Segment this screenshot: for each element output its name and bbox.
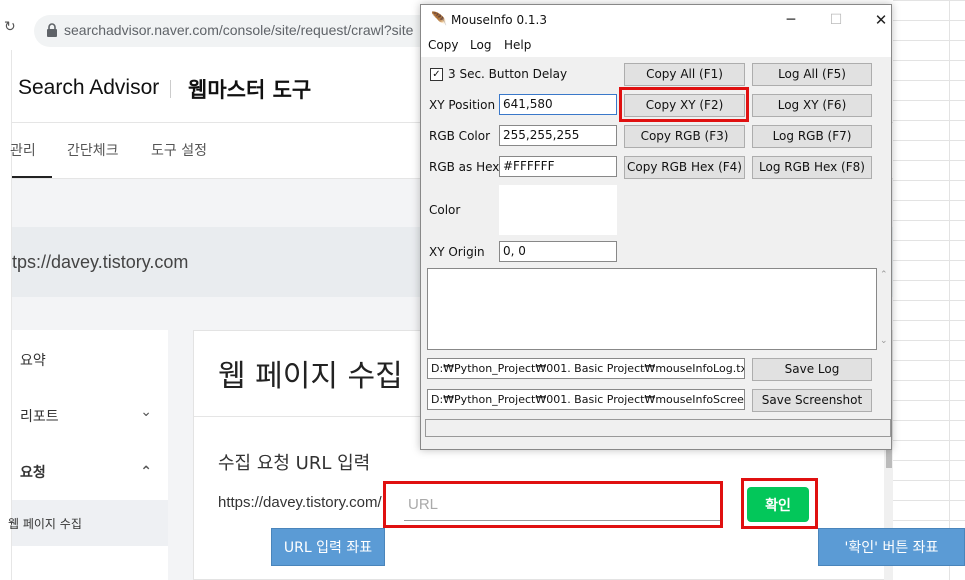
copy-rgb-hex-button[interactable]: Copy RGB Hex (F4) <box>624 156 745 179</box>
rgb-hex-label: RGB as Hex <box>429 160 500 174</box>
request-url-label: 수집 요청 URL 입력 <box>218 453 371 474</box>
color-swatch <box>499 185 617 235</box>
log-scrollbar[interactable]: ⌃ ⌄ <box>877 268 891 350</box>
url-text[interactable]: searchadvisor.naver.com/console/site/req… <box>64 22 413 38</box>
copy-rgb-button[interactable]: Copy RGB (F3) <box>624 125 745 148</box>
log-rgb-button[interactable]: Log RGB (F7) <box>752 125 872 148</box>
sidebar-item-label: 요약 <box>20 353 46 369</box>
tab-manage[interactable]: 관리 <box>10 140 36 160</box>
maximize-icon[interactable]: ☐ <box>816 9 856 31</box>
log-textarea[interactable] <box>427 268 877 350</box>
color-label: Color <box>429 203 461 217</box>
sidebar-item-web-page-crawl[interactable]: 웹 페이지 수집 <box>8 500 168 546</box>
page-title: 웹 페이지 수집 <box>218 359 403 394</box>
tab-quick-check[interactable]: 간단체크 <box>67 140 119 160</box>
confirm-button-highlight <box>741 478 818 529</box>
chevron-down-icon: ⌄ <box>140 404 152 420</box>
delay-checkbox[interactable]: ✓ <box>430 68 443 81</box>
rgb-hex-field[interactable]: #FFFFFF <box>499 156 617 177</box>
url-input-highlight <box>383 481 723 528</box>
menu-copy[interactable]: Copy <box>428 38 458 52</box>
log-rgb-hex-button[interactable]: Log RGB Hex (F8) <box>752 156 872 179</box>
log-xy-button[interactable]: Log XY (F6) <box>752 94 872 117</box>
save-screenshot-button[interactable]: Save Screenshot <box>752 389 872 412</box>
sidebar-item-label: 웹 페이지 수집 <box>8 517 82 531</box>
page-scroll-thumb[interactable] <box>886 450 892 468</box>
chevron-up-icon: ⌃ <box>140 464 152 480</box>
tool-title: 웹마스터 도구 <box>188 78 312 102</box>
xy-origin-field[interactable]: 0, 0 <box>499 241 617 262</box>
xy-position-field[interactable]: 641,580 <box>499 94 617 115</box>
sidebar-item-request[interactable]: 요청 ⌃ <box>12 450 168 490</box>
tab-tool-settings[interactable]: 도구 설정 <box>151 140 207 160</box>
log-path-field[interactable]: D:₩Python_Project₩001. Basic Project₩mou… <box>427 358 745 379</box>
sidebar-item-label: 리포트 <box>20 409 59 425</box>
url-prefix: https://davey.tistory.com/ <box>218 494 382 511</box>
mouseinfo-menubar: Copy Log Help <box>421 35 891 57</box>
lock-icon <box>47 23 57 37</box>
delay-checkbox-label: 3 Sec. Button Delay <box>448 67 568 81</box>
sidebar-item-summary[interactable]: 요약 <box>12 338 168 378</box>
log-all-button[interactable]: Log All (F5) <box>752 63 872 86</box>
header-divider <box>170 80 171 98</box>
rgb-color-label: RGB Color <box>429 129 491 143</box>
copy-xy-highlight <box>619 87 749 122</box>
brand-logo-text[interactable]: Search Advisor <box>18 76 159 100</box>
scroll-up-icon[interactable]: ⌃ <box>880 270 888 280</box>
sidebar-item-report[interactable]: 리포트 ⌄ <box>12 394 168 434</box>
status-bar <box>425 419 891 437</box>
copy-all-button[interactable]: Copy All (F1) <box>624 63 745 86</box>
rgb-color-field[interactable]: 255,255,255 <box>499 125 617 146</box>
xy-origin-label: XY Origin <box>429 245 485 259</box>
feather-icon: 🪶 <box>431 12 448 27</box>
menu-help[interactable]: Help <box>504 38 531 52</box>
minimize-icon[interactable]: ─ <box>771 9 811 31</box>
window-title: MouseInfo 0.1.3 <box>451 13 547 27</box>
url-coord-callout: URL 입력 좌표 <box>271 528 385 566</box>
mouseinfo-window: 🪶 MouseInfo 0.1.3 ─ ☐ ✕ Copy Log Help ✓ … <box>420 4 892 450</box>
sidebar: 요약 리포트 ⌄ 요청 ⌃ 웹 페이지 수집 <box>8 330 168 580</box>
xy-position-label: XY Position <box>429 98 496 112</box>
save-log-button[interactable]: Save Log <box>752 358 872 381</box>
menu-log[interactable]: Log <box>470 38 491 52</box>
site-url[interactable]: tps://davey.tistory.com <box>12 252 188 273</box>
sidebar-item-label: 요청 <box>20 465 46 481</box>
close-icon[interactable]: ✕ <box>861 9 901 31</box>
site-header: Search Advisor 웹마스터 도구 <box>12 60 432 120</box>
confirm-coord-callout: '확인' 버튼 좌표 <box>818 528 965 566</box>
mouseinfo-titlebar[interactable]: 🪶 MouseInfo 0.1.3 ─ ☐ ✕ <box>421 5 891 35</box>
page-left-edge <box>0 50 12 580</box>
screenshot-path-field[interactable]: D:₩Python_Project₩001. Basic Project₩mou… <box>427 389 745 410</box>
reload-icon[interactable]: ↻ <box>4 19 16 35</box>
scroll-down-icon[interactable]: ⌄ <box>880 336 888 346</box>
